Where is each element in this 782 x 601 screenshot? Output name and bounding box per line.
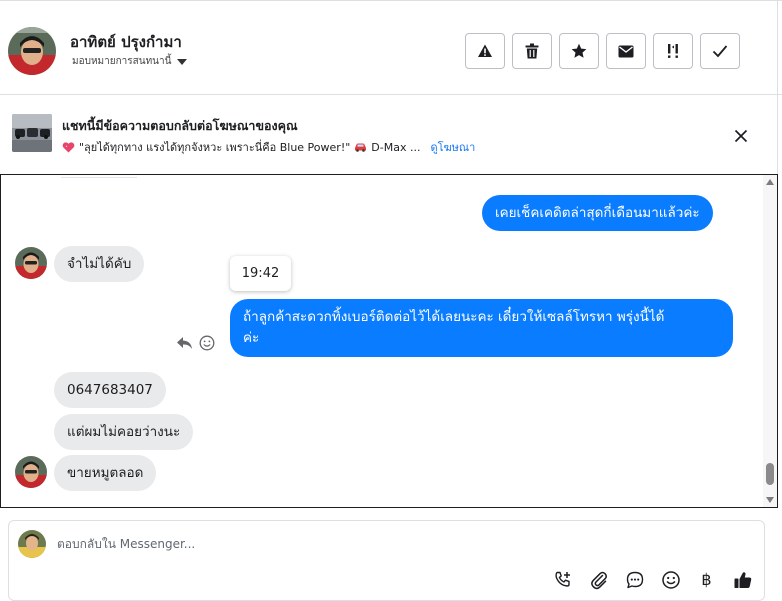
follow-up-button[interactable] [653,33,693,69]
saved-replies-icon [626,571,643,588]
message-thread[interactable]: เคยเช็คเคดิตล่าสุดกี่เดือนมาแล้วค่ะ จำไม… [0,174,778,508]
caret-down-icon [177,59,188,65]
heart-icon [62,141,75,152]
ad-banner-text-row: "ลุยได้ทุกทาง แรงได้ทุกจังหวะ เพราะนี่คื… [62,138,475,156]
message-line: ค่ะ [243,330,260,346]
emoji-icon [661,570,680,589]
scrollbar-thumb[interactable] [766,463,774,485]
conversation-header: อาทิตย์ ปรุงกำมา มอบหมายการสนทนานี้ [0,0,782,96]
star-button[interactable] [559,33,599,69]
composer-toolbar: ฿ [551,568,754,591]
like-button[interactable] [731,568,754,591]
call-icon [554,571,570,587]
ad-text-tail: D-Max ... [371,140,421,154]
delete-button[interactable] [512,33,552,69]
attachment-icon [590,571,607,589]
car-icon [355,143,367,152]
ad-quote-text: "ลุยได้ทุกทาง แรงได้ทุกจังหวะ เพราะนี่คื… [79,141,351,154]
timestamp-tooltip: 19:42 [230,256,291,291]
mark-done-button[interactable] [700,33,740,69]
exclamation-icon [668,44,678,58]
scroll-up-arrow-icon[interactable] [766,179,774,185]
payment-button[interactable]: ฿ [695,568,718,591]
reply-composer: ฿ [8,520,765,601]
assign-label: มอบหมายการสนทนานี้ [72,56,172,67]
envelope-icon [618,45,634,57]
message-bubble-incoming[interactable]: 0647683407 [54,372,166,408]
attachment-button[interactable] [587,568,610,591]
message-bubble-incoming[interactable]: แต่ผมไม่คอยว่างนะ [54,414,194,450]
scroll-down-arrow-icon[interactable] [766,497,774,503]
trash-icon [525,43,539,59]
page-avatar [18,530,46,558]
contact-avatar-small [15,247,47,279]
assign-conversation-dropdown[interactable]: มอบหมายการสนทนานี้ [72,54,188,69]
reply-icon[interactable] [176,336,193,350]
vertical-scrollbar[interactable] [763,175,777,507]
message-bubble-outgoing[interactable]: เคยเช็คเคดิตล่าสุดกี่เดือนมาแล้วค่ะ [482,195,713,231]
spam-warning-button[interactable] [465,33,505,69]
close-icon [734,129,748,143]
previous-message-edge [61,175,137,178]
baht-icon: ฿ [701,570,712,589]
emoji-react-icon[interactable] [199,335,215,351]
contact-name: อาทิตย์ ปรุงกำมา [70,33,182,51]
saved-replies-button[interactable] [623,568,646,591]
thumbs-up-icon [734,571,751,588]
ad-thumbnail[interactable] [12,114,52,152]
header-actions [465,33,740,69]
checkmark-icon [712,45,728,58]
contact-avatar-small [15,456,47,488]
star-icon [571,43,587,58]
message-hover-actions [176,335,215,351]
divider [777,1,778,96]
view-ad-link[interactable]: ดูโฆษณา [430,138,475,156]
call-button[interactable] [551,568,574,591]
contact-avatar[interactable] [8,27,56,75]
mark-unread-button[interactable] [606,33,646,69]
reply-input[interactable] [57,537,657,551]
message-bubble-outgoing[interactable]: ถ้าลูกค้าสะดวกทิ้งเบอร์ติดต่อไว้ได้เลยนะ… [230,299,733,357]
emoji-button[interactable] [659,568,682,591]
message-bubble-incoming[interactable]: ขายหมูตลอด [54,455,157,491]
ad-banner-title: แชทนี้มีข้อความตอบกลับต่อโฆษณาของคุณ [62,118,298,133]
message-bubble-incoming[interactable]: จำไม่ได้คับ [54,246,145,282]
message-line: ถ้าลูกค้าสะดวกทิ้งเบอร์ติดต่อไว้ได้เลยนะ… [243,309,665,325]
divider [777,96,778,174]
ad-reply-banner: แชทนี้มีข้อความตอบกลับต่อโฆษณาของคุณ "ลุ… [0,96,782,174]
close-ad-banner-button[interactable] [731,126,751,146]
warning-triangle-icon [478,44,492,57]
